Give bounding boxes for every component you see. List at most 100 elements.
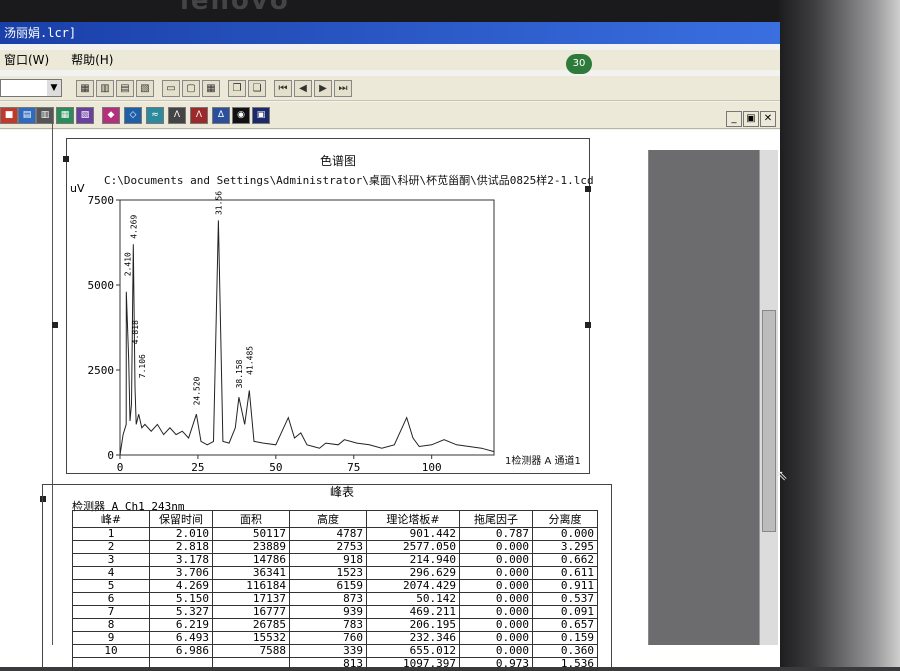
monitor-bezel-right (778, 0, 900, 667)
table-cell: 0.000 (459, 592, 533, 606)
table-row: 10 6.986 7588 339 655.012 0.000 0.360 (72, 644, 598, 658)
layout-grid-icon[interactable]: ▦ (76, 80, 94, 97)
table-cell: 0.000 (459, 631, 533, 645)
menu-window[interactable]: 窗口(W) (4, 53, 49, 67)
toolbar-combo[interactable]: ▼ (0, 79, 62, 97)
table-cell: 9 (72, 631, 150, 645)
table-cell: 0.000 (459, 540, 533, 554)
column-header[interactable]: 理论塔板# (366, 510, 460, 528)
peak-icon[interactable]: Λ (168, 107, 186, 124)
table-row: 1 2.010 50117 4787 901.442 0.787 0.000 (72, 527, 598, 541)
table-cell: 0.657 (532, 618, 598, 632)
tool-icon-1[interactable]: ■ (0, 107, 18, 124)
table-cell: 918 (289, 553, 367, 567)
menu-help[interactable]: 帮助(H) (71, 53, 113, 67)
notification-badge[interactable]: 30 (566, 54, 592, 74)
x-tick-label: 50 (269, 461, 282, 474)
table-cell: 873 (289, 592, 367, 606)
table-cell: 4787 (289, 527, 367, 541)
layout-rows-icon[interactable]: ▧ (136, 80, 154, 97)
table-cell: 6159 (289, 579, 367, 593)
target-icon[interactable]: ◉ (232, 107, 250, 124)
table-cell (72, 657, 150, 671)
window-titlebar[interactable]: 汤丽娟.lcr] (0, 22, 780, 44)
layout-split-icon[interactable]: ▥ (96, 80, 114, 97)
column-header[interactable]: 分离度 (532, 510, 598, 528)
table-cell: 2.010 (149, 527, 213, 541)
table-cell: 214.940 (366, 553, 460, 567)
view-zoom-icon[interactable]: ▢ (182, 80, 200, 97)
table-row: 5 4.269 116184 6159 2074.429 0.000 0.911 (72, 579, 598, 593)
vertical-scrollbar[interactable] (759, 150, 778, 645)
table-cell: 36341 (212, 566, 290, 580)
table-cell: 23889 (212, 540, 290, 554)
table-cell: 6.493 (149, 631, 213, 645)
column-header[interactable]: 面积 (212, 510, 290, 528)
tool-icon-4[interactable]: ▦ (56, 107, 74, 124)
table-cell: 6 (72, 592, 150, 606)
table-cell: 4.269 (149, 579, 213, 593)
column-header[interactable]: 高度 (289, 510, 367, 528)
table-cell: 0.611 (532, 566, 598, 580)
last-page-icon[interactable]: ⏭ (334, 80, 352, 97)
table-cell: 0.000 (459, 553, 533, 567)
table-cell: 26785 (212, 618, 290, 632)
view-fit-icon[interactable]: ▭ (162, 80, 180, 97)
spectrum-icon[interactable]: ◆ (102, 107, 120, 124)
table-cell: 3.178 (149, 553, 213, 567)
prev-page-icon[interactable]: ◀ (294, 80, 312, 97)
column-header[interactable]: 峰# (72, 510, 150, 528)
first-page-icon[interactable]: ⏮ (274, 80, 292, 97)
table-cell: 0.000 (532, 527, 598, 541)
y-axis: 7500 5000 2500 0 (88, 194, 120, 462)
table-cell: 1 (72, 527, 150, 541)
table-row: 3 3.178 14786 918 214.940 0.000 0.662 (72, 553, 598, 567)
chart-title: 色谱图 (320, 154, 357, 168)
paste-icon[interactable]: ❏ (248, 80, 266, 97)
table-cell: 3 (72, 553, 150, 567)
child-minimize-button[interactable]: _ (726, 111, 742, 127)
table-cell: 469.211 (366, 605, 460, 619)
table-cell: 0.360 (532, 644, 598, 658)
tool-icon-2[interactable]: ▤ (18, 107, 36, 124)
table-cell: 206.195 (366, 618, 460, 632)
resize-handle[interactable] (63, 156, 69, 162)
y-tick-label: 0 (107, 449, 114, 462)
chromatogram-icon[interactable]: ◇ (124, 107, 142, 124)
table-cell: 5.150 (149, 592, 213, 606)
table-cell (212, 657, 290, 671)
column-header[interactable]: 保留时间 (149, 510, 213, 528)
table-cell: 15532 (212, 631, 290, 645)
column-header[interactable]: 拖尾因子 (459, 510, 533, 528)
y-tick-label: 5000 (88, 279, 115, 292)
table-cell: 783 (289, 618, 367, 632)
layout-columns-icon[interactable]: ▤ (116, 80, 134, 97)
table-row: 6 5.150 17137 873 50.142 0.000 0.537 (72, 592, 598, 606)
plot-area (119, 199, 495, 456)
resize-handle[interactable] (585, 322, 591, 328)
table-cell: 1.536 (532, 657, 598, 671)
peak-blue-icon[interactable]: Δ (212, 107, 230, 124)
chevron-down-icon[interactable]: ▼ (47, 80, 61, 96)
table-cell: 14786 (212, 553, 290, 567)
view-table-icon[interactable]: ▦ (202, 80, 220, 97)
table-cell: 655.012 (366, 644, 460, 658)
table-cell: 0.662 (532, 553, 598, 567)
peak-table-body: 1 2.010 50117 4787 901.442 0.787 0.000 2 2.818 23… (72, 527, 598, 671)
table-cell: 0.911 (532, 579, 598, 593)
table-cell: 2074.429 (366, 579, 460, 593)
table-cell: 939 (289, 605, 367, 619)
copy-icon[interactable]: ❐ (228, 80, 246, 97)
scrollbar-thumb[interactable] (762, 310, 776, 532)
x-tick-label: 75 (347, 461, 360, 474)
child-restore-button[interactable]: ▣ (743, 111, 759, 127)
tool-icon-5[interactable]: ▧ (76, 107, 94, 124)
settings-icon[interactable]: ▣ (252, 107, 270, 124)
next-page-icon[interactable]: ▶ (314, 80, 332, 97)
child-close-button[interactable]: ✕ (760, 111, 776, 127)
table-cell: 7 (72, 605, 150, 619)
resize-handle[interactable] (52, 322, 58, 328)
x-tick-label: 25 (191, 461, 204, 474)
wave-icon[interactable]: ≈ (146, 107, 164, 124)
peak-red-icon[interactable]: Λ (190, 107, 208, 124)
